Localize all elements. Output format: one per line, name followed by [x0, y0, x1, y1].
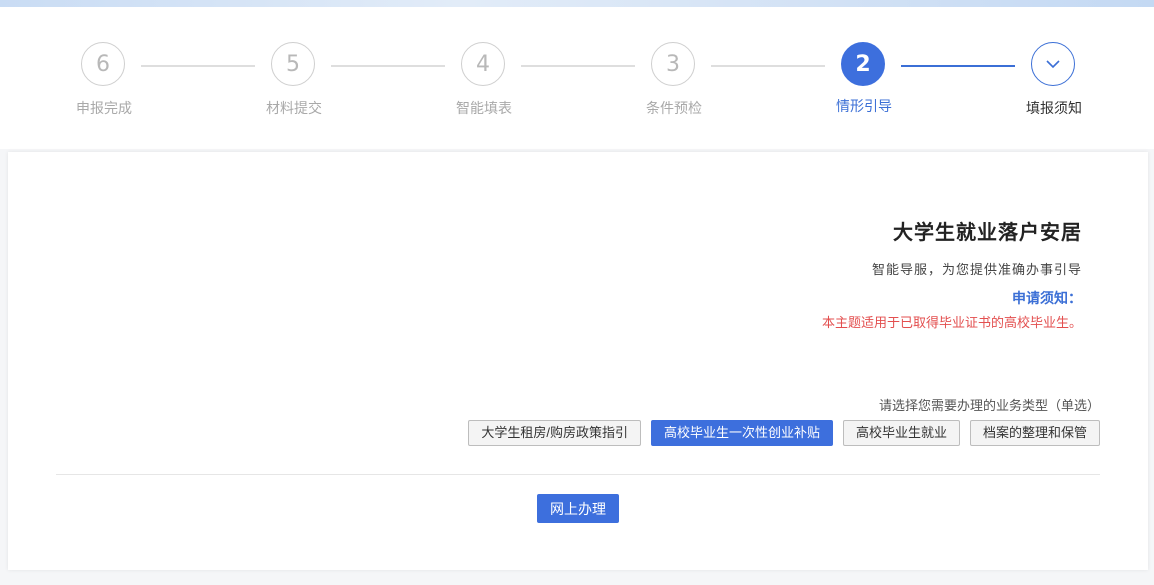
page-title: 大学生就业落户安居: [893, 220, 1082, 244]
guide-info: 大学生就业落户安居 智能导服，为您提供准确办事引导 申请须知： 本主题适用于已取…: [382, 216, 1082, 331]
step-label: 情形引导: [836, 99, 892, 115]
step-label: 材料提交: [266, 101, 322, 117]
divider: [56, 474, 1100, 475]
business-type-prompt: 请选择您需要办理的业务类型（单选）: [878, 399, 1100, 414]
notice-text: 本主题适用于已取得毕业证书的高校毕业生。: [821, 316, 1082, 331]
option-graduate-employment[interactable]: 高校毕业生就业: [842, 420, 960, 446]
step-label: 填报须知: [1026, 101, 1082, 117]
notice-heading: 申请须知：: [1012, 291, 1082, 307]
progress-steps: 填报须知 2 情形引导 3 条件预检 4 智能填表 5 材料提交 6 申报完成: [0, 7, 1154, 149]
guide-card: 大学生就业落户安居 智能导服，为您提供准确办事引导 申请须知： 本主题适用于已取…: [8, 152, 1148, 570]
step-label: 条件预检: [646, 101, 702, 117]
step-condition-check[interactable]: 3 条件预检: [604, 42, 744, 132]
checkmark-icon: [1031, 42, 1075, 86]
step-number: 4: [461, 42, 505, 86]
step-complete[interactable]: 6 申报完成: [34, 42, 174, 132]
step-number: 2: [841, 42, 885, 86]
step-number: 5: [271, 42, 315, 86]
step-scenario-guide[interactable]: 2 情形引导: [794, 42, 934, 132]
step-label: 智能填表: [456, 101, 512, 117]
apply-online-button[interactable]: 网上办理: [537, 494, 619, 523]
option-archive-management[interactable]: 档案的整理和保管: [969, 420, 1100, 446]
step-number: 6: [81, 42, 125, 86]
step-label: 申报完成: [76, 101, 132, 117]
option-housing-policy[interactable]: 大学生租房/购房政策指引: [468, 420, 641, 446]
page-subtitle: 智能导服，为您提供准确办事引导: [871, 263, 1082, 278]
step-smart-form[interactable]: 4 智能填表: [414, 42, 554, 132]
top-banner-strip: [0, 0, 1154, 7]
business-type-options: 档案的整理和保管 高校毕业生就业 高校毕业生一次性创业补贴 大学生租房/购房政策…: [468, 420, 1100, 446]
step-material-submit[interactable]: 5 材料提交: [224, 42, 364, 132]
option-startup-subsidy[interactable]: 高校毕业生一次性创业补贴: [650, 420, 833, 446]
step-number: 3: [651, 42, 695, 86]
step-fill-notice[interactable]: 填报须知: [984, 42, 1124, 132]
